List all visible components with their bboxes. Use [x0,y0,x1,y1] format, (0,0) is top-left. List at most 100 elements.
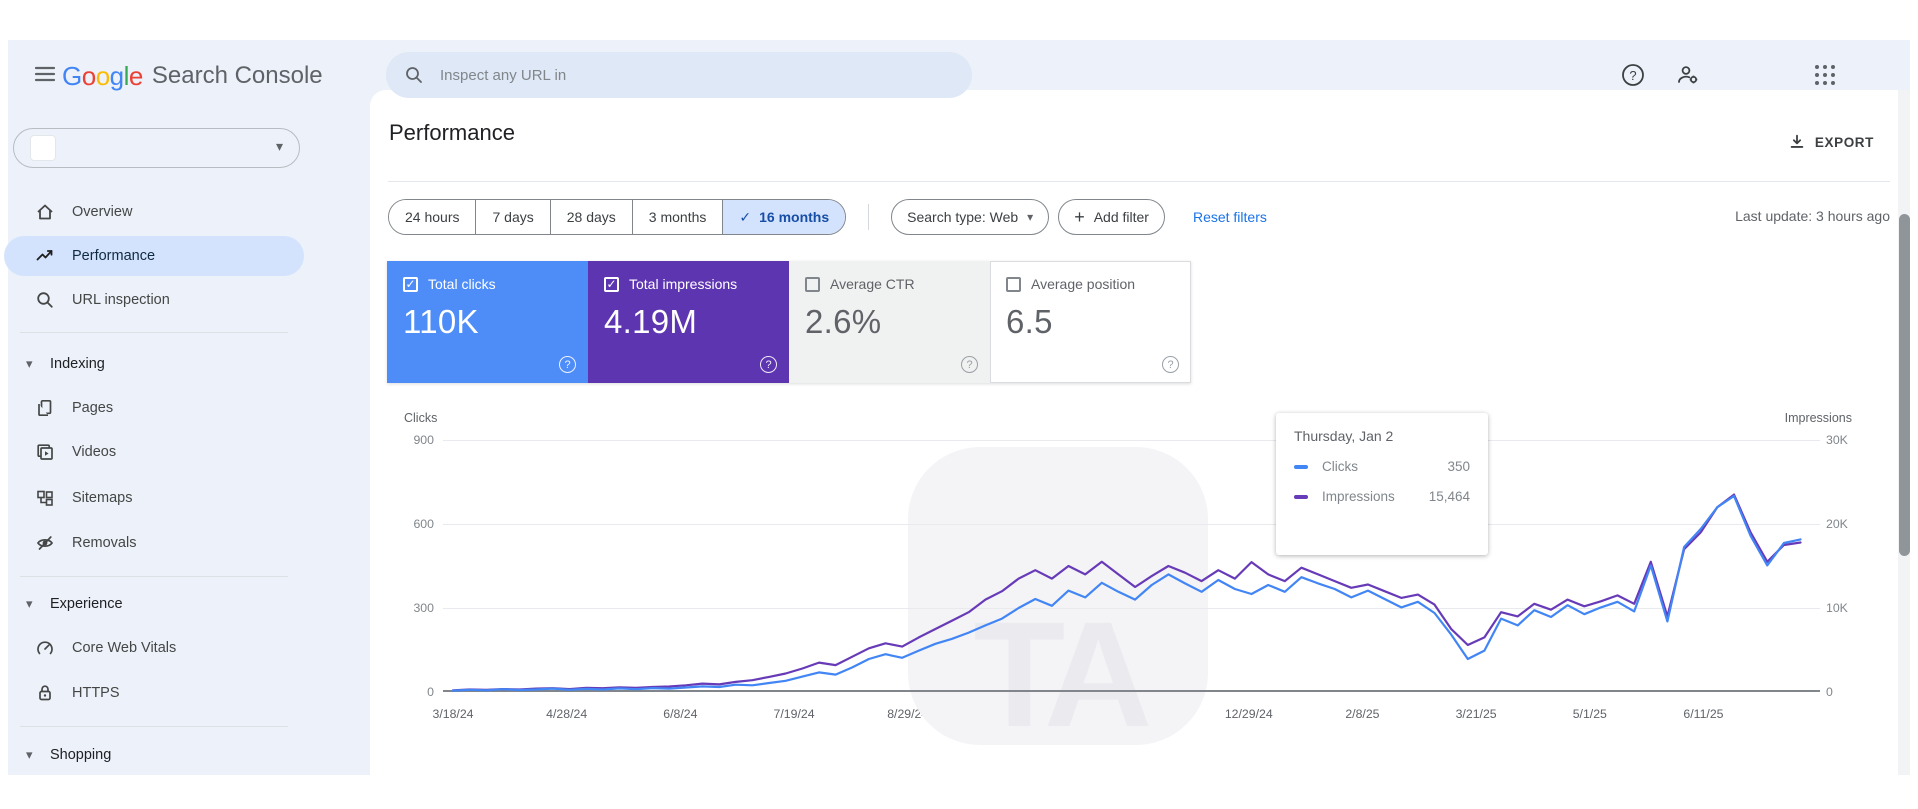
chart-plot-area[interactable] [443,440,1820,692]
x-axis-label: 12/29/24 [1224,707,1273,721]
date-range-7-days[interactable]: 7 days [475,200,550,234]
eye-off-icon [35,533,55,553]
x-axis-label: 2/8/25 [1345,707,1380,721]
sidebar-section-indexing[interactable]: ▾ Indexing [8,346,300,382]
logo-letter: e [128,60,143,91]
search-input[interactable] [438,65,954,85]
metric-card-average-ctr[interactable]: Average CTR 2.6% ? [789,261,990,383]
checkbox-unchecked-icon[interactable] [1006,276,1021,292]
sidebar-item-performance[interactable]: Performance [8,238,300,274]
metric-value: 6.5 [1006,303,1053,340]
main-panel: Performance EXPORT 24 hours 7 days 28 da… [370,90,1910,775]
caret-down-icon: ▾ [26,596,33,611]
help-circle-icon[interactable]: ? [961,356,978,373]
date-range-group: 24 hours 7 days 28 days 3 months ✓ 16 mon… [388,199,847,235]
metric-cards: ✓ Total clicks 110K ? ✓ Total impressions … [387,261,1191,383]
metric-card-total-impressions[interactable]: ✓ Total impressions 4.19M ? [588,261,789,383]
y-axis-tick: 10K [1826,601,1848,615]
help-circle-icon[interactable]: ? [559,356,576,373]
last-update-text: Last update: 3 hours ago [1735,208,1890,224]
search-type-chip[interactable]: Search type: Web ▾ [891,199,1050,235]
scrollbar-thumb[interactable] [1898,214,1910,556]
check-icon: ✓ [739,208,752,225]
vertical-scrollbar [1898,90,1910,775]
impressions-line [451,493,1802,692]
metric-card-average-position[interactable]: Average position 6.5 ? [990,261,1191,383]
lock-icon [35,683,55,703]
sidebar-item-url-inspection[interactable]: URL inspection [8,282,300,318]
help-circle-icon[interactable]: ? [1162,356,1179,373]
chevron-down-icon: ▾ [275,138,283,154]
header-divider [388,181,1890,182]
google-search-console-app: Google Search Console ? ▾ [0,0,1918,809]
sidebar-item-sitemaps[interactable]: Sitemaps [8,480,300,516]
logo-letter: o [81,60,96,91]
right-axis-title: Impressions [1784,411,1852,425]
checkbox-checked-icon[interactable]: ✓ [403,276,418,292]
checkbox-unchecked-icon[interactable] [805,276,820,292]
checkbox-checked-icon[interactable]: ✓ [604,276,619,292]
sidebar-divider [20,726,288,727]
date-range-3-months[interactable]: 3 months [631,200,723,234]
pages-icon [35,398,55,418]
date-range-16-months[interactable]: ✓ 16 months [722,200,846,234]
sidebar-item-core-web-vitals[interactable]: Core Web Vitals [8,630,300,666]
date-range-24-hours[interactable]: 24 hours [389,200,476,234]
x-axis-label: 5/1/25 [1572,707,1607,721]
sidebar-item-https[interactable]: HTTPS [8,675,300,711]
sidebar-item-videos[interactable]: Videos [8,434,300,470]
svg-text:?: ? [1629,68,1636,83]
clicks-line [451,494,1802,692]
logo-letter: g [109,60,124,91]
property-selector[interactable]: ▾ [13,128,300,168]
sidebar-nav: ▾ Overview Performance URL inspection ▾ … [4,112,308,775]
user-settings-icon[interactable] [1673,61,1703,91]
search-icon [404,65,424,85]
tooltip-row-impressions: Impressions 15,464 [1294,489,1470,504]
help-circle-icon[interactable]: ? [760,356,777,373]
export-button[interactable]: EXPORT [1782,132,1880,152]
y-axis-tick: 30K [1826,433,1848,447]
tooltip-row-clicks: Clicks 350 [1294,459,1470,474]
y-axis-tick: 20K [1826,517,1848,531]
home-icon [35,202,55,222]
chart-tooltip: Thursday, Jan 2 Clicks 350 Impressions 1… [1276,413,1488,555]
x-axis-label: 6/8/24 [663,707,698,721]
trending-up-icon [35,246,55,266]
sidebar-item-pages[interactable]: Pages [8,390,300,426]
plus-icon: + [1074,206,1085,227]
date-range-28-days[interactable]: 28 days [549,200,632,234]
performance-chart[interactable]: Clicks Impressions TA 0 300 600 900 0 10K 20K… [370,405,1910,753]
sidebar-item-removals[interactable]: Removals [8,525,300,561]
tooltip-date: Thursday, Jan 2 [1294,428,1394,444]
google-logo: Google [62,61,143,92]
y-axis-tick: 0 [1826,685,1833,699]
logo-letter: G [62,60,82,91]
x-axis-label: 7/19/24 [773,707,815,721]
search-icon [35,290,55,310]
sidebar-divider [20,576,288,577]
sitemaps-icon [35,488,55,508]
app-logo[interactable]: Google Search Console [62,58,323,94]
speedometer-icon [35,638,55,658]
help-icon[interactable]: ? [1618,61,1648,91]
left-axis-title: Clicks [404,411,438,425]
logo-letter: o [95,60,110,91]
chart-lines [451,493,1802,692]
top-bar: Google Search Console ? [8,40,1910,112]
x-axis-label: 6/11/25 [1683,707,1724,721]
hamburger-menu-icon[interactable] [28,57,62,93]
clicks-legend-dash [1294,464,1308,469]
add-filter-chip[interactable]: + Add filter [1058,199,1165,235]
google-apps-grid-icon[interactable] [1810,61,1840,91]
x-axis-label: 3/21/25 [1455,707,1497,721]
url-inspection-searchbox[interactable] [386,52,972,98]
reset-filters-link[interactable]: Reset filters [1187,208,1273,226]
y-axis-tick: 600 [413,517,434,531]
sidebar-section-experience[interactable]: ▾ Experience [8,586,300,622]
x-axis-label: 3/18/24 [432,707,474,721]
metric-card-total-clicks[interactable]: ✓ Total clicks 110K ? [387,261,588,383]
sidebar-item-overview[interactable]: Overview [8,194,300,230]
sidebar-section-shopping[interactable]: ▾ Shopping [8,737,300,773]
page-title: Performance [389,120,515,145]
